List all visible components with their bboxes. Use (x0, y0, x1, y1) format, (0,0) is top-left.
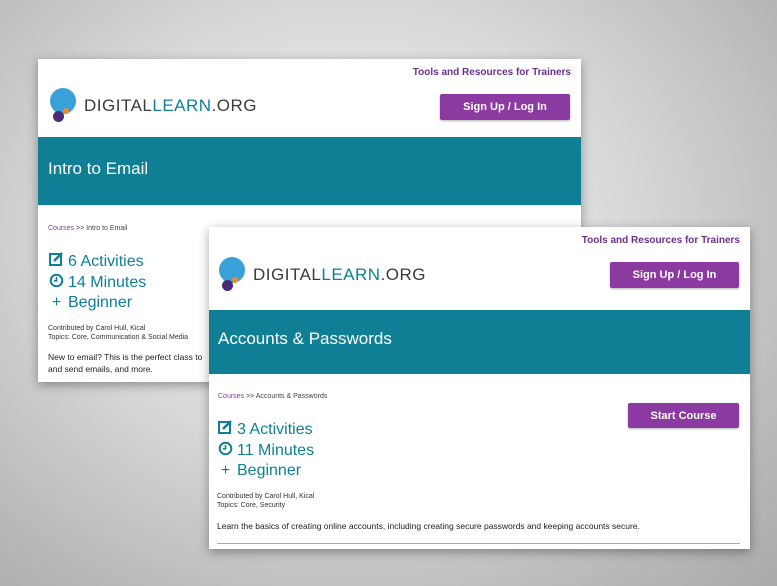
course-meta: Contributed by Carol Hull, Kical Topics:… (48, 324, 188, 342)
digitallearn-logo[interactable]: DIGITALLEARN.ORG (219, 255, 426, 295)
contributed-by: Contributed by Carol Hull, Kical (48, 325, 146, 332)
level-stat: + Beginner (217, 462, 301, 480)
course-title: Intro to Email (48, 159, 149, 178)
breadcrumb: Courses >> Accounts & Passwords (218, 393, 328, 400)
breadcrumb-courses-link[interactable]: Courses (48, 225, 74, 232)
divider (217, 543, 740, 544)
level-stat: + Beginner (48, 294, 132, 312)
contributed-by: Contributed by Carol Hull, Kical (217, 493, 315, 500)
course-page-accounts-passwords: Tools and Resources for Trainers DIGITAL… (209, 227, 750, 549)
plus-icon: + (51, 294, 62, 311)
logo-text: DIGITALLEARN.ORG (84, 96, 258, 115)
tools-resources-link[interactable]: Tools and Resources for Trainers (582, 235, 740, 246)
course-banner: Intro to Email (38, 137, 581, 205)
clock-icon (217, 441, 234, 461)
minutes-stat: 14 Minutes (48, 273, 146, 293)
breadcrumb-current: Intro to Email (86, 225, 128, 232)
logo-icon (50, 86, 80, 126)
logo-text: DIGITALLEARN.ORG (253, 265, 427, 284)
course-meta: Contributed by Carol Hull, Kical Topics:… (217, 492, 314, 510)
checkbox-edit-icon (48, 252, 65, 272)
minutes-stat: 11 Minutes (217, 441, 314, 461)
breadcrumb-courses-link[interactable]: Courses (218, 393, 244, 400)
sign-up-login-button[interactable]: Sign Up / Log In (440, 94, 570, 120)
activities-stat: 3 Activities (217, 420, 313, 440)
plus-icon: + (220, 462, 231, 479)
breadcrumb: Courses >> Intro to Email (48, 225, 128, 232)
course-description: Learn the basics of creating online acco… (217, 521, 640, 531)
checkbox-edit-icon (217, 420, 234, 440)
activities-stat: 6 Activities (48, 252, 144, 272)
topics: Topics: Core, Communication & Social Med… (48, 334, 189, 341)
course-description: New to email? This is the perfect class … (48, 352, 203, 374)
digitallearn-logo[interactable]: DIGITALLEARN.ORG (50, 86, 257, 126)
sign-up-login-button[interactable]: Sign Up / Log In (610, 262, 739, 288)
course-banner: Accounts & Passwords (209, 310, 750, 374)
clock-icon (48, 273, 65, 293)
tools-resources-link[interactable]: Tools and Resources for Trainers (413, 67, 571, 78)
breadcrumb-current: Accounts & Passwords (255, 393, 328, 400)
logo-icon (219, 255, 249, 295)
start-course-button[interactable]: Start Course (628, 403, 739, 428)
course-title: Accounts & Passwords (218, 329, 392, 348)
topics: Topics: Core, Security (217, 502, 286, 509)
